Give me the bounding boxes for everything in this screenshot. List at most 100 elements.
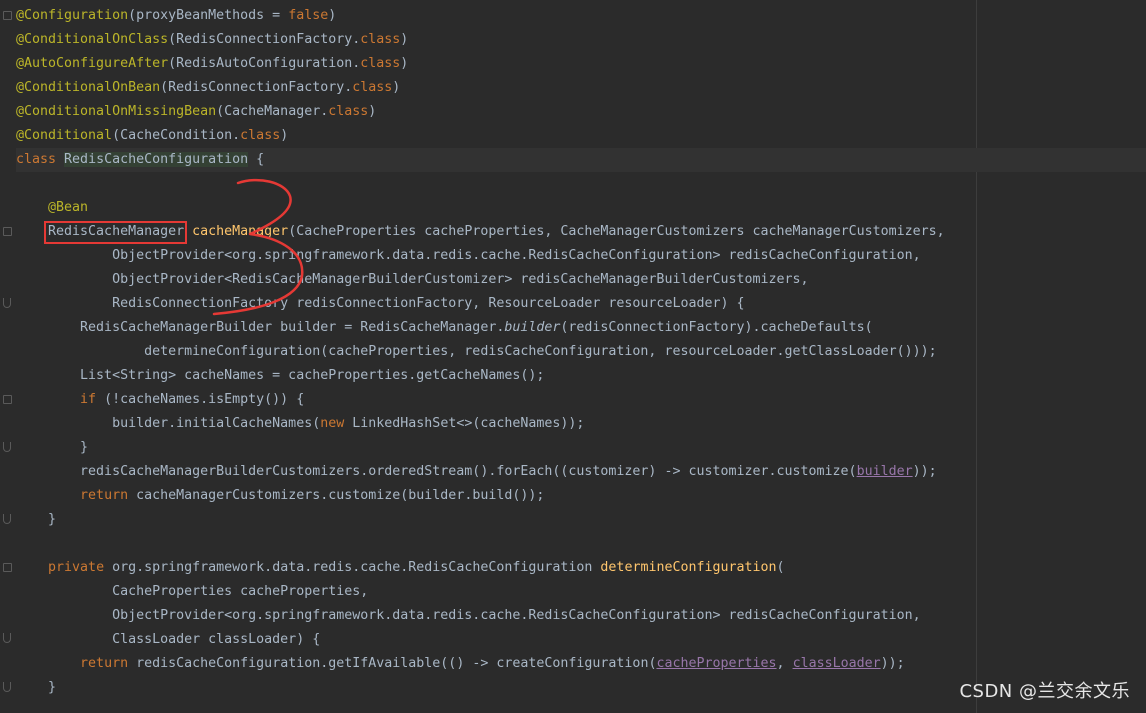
code-token: ) bbox=[280, 128, 289, 143]
code-line[interactable]: ObjectProvider<org.springframework.data.… bbox=[16, 604, 1146, 628]
code-token: RedisCacheConfiguration bbox=[64, 152, 249, 167]
code-token: (!cacheNames.isEmpty()) { bbox=[96, 392, 305, 407]
fold-end-icon[interactable] bbox=[3, 298, 11, 308]
fold-end-icon[interactable] bbox=[3, 514, 11, 524]
code-token: return bbox=[80, 656, 129, 671]
code-token: } bbox=[16, 680, 57, 695]
fold-icon[interactable] bbox=[3, 227, 12, 236]
code-token: false bbox=[288, 8, 329, 23]
code-token: new bbox=[320, 416, 345, 431]
code-token: cacheManagerCustomizers.customize(builde… bbox=[128, 488, 545, 503]
code-token: LinkedHashSet<>(cacheNames)); bbox=[344, 416, 585, 431]
code-token: class bbox=[16, 152, 65, 167]
code-token: class bbox=[360, 32, 401, 47]
code-token: { bbox=[248, 152, 265, 167]
code-token: @ConditionalOnBean bbox=[16, 80, 161, 95]
code-line[interactable] bbox=[16, 172, 1146, 196]
csdn-watermark: CSDN @兰交余文乐 bbox=[959, 681, 1130, 702]
code-line[interactable]: class RedisCacheConfiguration { bbox=[16, 148, 1146, 172]
code-line[interactable]: } bbox=[16, 436, 1146, 460]
code-token: ) bbox=[400, 32, 409, 47]
code-token: ( bbox=[776, 560, 785, 575]
code-editor[interactable]: @Configuration(proxyBeanMethods = false)… bbox=[16, 4, 1146, 700]
code-token: (CacheCondition. bbox=[112, 128, 241, 143]
code-token: private bbox=[48, 560, 105, 575]
code-token: class bbox=[328, 104, 369, 119]
code-line[interactable]: List<String> cacheNames = cachePropertie… bbox=[16, 364, 1146, 388]
code-token: )); bbox=[912, 464, 937, 479]
fold-end-icon[interactable] bbox=[3, 682, 11, 692]
code-token: ) bbox=[400, 56, 409, 71]
code-line[interactable] bbox=[16, 532, 1146, 556]
fold-icon[interactable] bbox=[3, 11, 12, 20]
code-token: List<String> cacheNames = cachePropertie… bbox=[16, 368, 545, 383]
code-token: builder bbox=[856, 464, 913, 479]
code-line[interactable]: ObjectProvider<org.springframework.data.… bbox=[16, 244, 1146, 268]
code-token: ) bbox=[328, 8, 337, 23]
fold-icon[interactable] bbox=[3, 563, 12, 572]
code-line[interactable]: if (!cacheNames.isEmpty()) { bbox=[16, 388, 1146, 412]
code-line[interactable]: builder.initialCacheNames(new LinkedHash… bbox=[16, 412, 1146, 436]
code-token: (RedisConnectionFactory. bbox=[168, 32, 361, 47]
code-token: ObjectProvider<org.springframework.data.… bbox=[16, 248, 921, 263]
code-token: redisCacheManagerBuilderCustomizers.orde… bbox=[16, 464, 857, 479]
code-token: RedisConnectionFactory redisConnectionFa… bbox=[16, 296, 745, 311]
code-line[interactable]: @Conditional(CacheCondition.class) bbox=[16, 124, 1146, 148]
code-line[interactable]: ObjectProvider<RedisCacheManagerBuilderC… bbox=[16, 268, 1146, 292]
code-line[interactable]: @AutoConfigureAfter(RedisAutoConfigurati… bbox=[16, 52, 1146, 76]
code-token: @ConditionalOnClass bbox=[16, 32, 169, 47]
code-token: (redisConnectionFactory).cacheDefaults( bbox=[560, 320, 873, 335]
code-token: builder bbox=[504, 320, 561, 335]
code-line[interactable]: redisCacheManagerBuilderCustomizers.orde… bbox=[16, 460, 1146, 484]
code-line[interactable]: ClassLoader classLoader) { bbox=[16, 628, 1146, 652]
red-highlight-box bbox=[44, 221, 187, 244]
code-line[interactable]: } bbox=[16, 508, 1146, 532]
code-token: determineConfiguration bbox=[600, 560, 777, 575]
code-token: builder.initialCacheNames( bbox=[16, 416, 321, 431]
code-token: redisCacheConfiguration.getIfAvailable((… bbox=[128, 656, 657, 671]
code-token: @Configuration bbox=[16, 8, 129, 23]
code-line[interactable]: RedisCacheManagerBuilder builder = Redis… bbox=[16, 316, 1146, 340]
code-line[interactable]: determineConfiguration(cacheProperties, … bbox=[16, 340, 1146, 364]
code-line[interactable]: @ConditionalOnClass(RedisConnectionFacto… bbox=[16, 28, 1146, 52]
code-token: ObjectProvider<RedisCacheManagerBuilderC… bbox=[16, 272, 809, 287]
code-line[interactable]: CacheProperties cacheProperties, bbox=[16, 580, 1146, 604]
code-token: ) bbox=[368, 104, 377, 119]
code-token: (proxyBeanMethods = bbox=[128, 8, 289, 23]
code-token: org.springframework.data.redis.cache.Red… bbox=[104, 560, 601, 575]
editor-gutter bbox=[0, 0, 14, 713]
code-line[interactable]: @ConditionalOnBean(RedisConnectionFactor… bbox=[16, 76, 1146, 100]
fold-end-icon[interactable] bbox=[3, 633, 11, 643]
code-token: @Conditional bbox=[16, 128, 113, 143]
code-token: } bbox=[16, 440, 89, 455]
code-line[interactable]: @Bean bbox=[16, 196, 1146, 220]
code-token: @ConditionalOnMissingBean bbox=[16, 104, 217, 119]
code-token: classLoader bbox=[792, 656, 881, 671]
code-line[interactable]: return cacheManagerCustomizers.customize… bbox=[16, 484, 1146, 508]
fold-icon[interactable] bbox=[3, 395, 12, 404]
fold-end-icon[interactable] bbox=[3, 442, 11, 452]
code-token: (CacheProperties cacheProperties, CacheM… bbox=[288, 224, 945, 239]
code-line[interactable]: RedisConnectionFactory redisConnectionFa… bbox=[16, 292, 1146, 316]
code-token: ClassLoader classLoader) { bbox=[16, 632, 321, 647]
code-line[interactable]: @ConditionalOnMissingBean(CacheManager.c… bbox=[16, 100, 1146, 124]
code-token: } bbox=[16, 512, 57, 527]
code-token: @Bean bbox=[48, 200, 89, 215]
code-token: )); bbox=[880, 656, 905, 671]
code-token: determineConfiguration(cacheProperties, … bbox=[16, 344, 937, 359]
code-token: ObjectProvider<org.springframework.data.… bbox=[16, 608, 921, 623]
code-line[interactable]: return redisCacheConfiguration.getIfAvai… bbox=[16, 652, 1146, 676]
code-token: , bbox=[776, 656, 793, 671]
code-token: return bbox=[80, 488, 129, 503]
code-token: CacheProperties cacheProperties, bbox=[16, 584, 369, 599]
code-token: class bbox=[240, 128, 281, 143]
code-line[interactable]: @Configuration(proxyBeanMethods = false) bbox=[16, 4, 1146, 28]
code-token: cacheProperties bbox=[656, 656, 777, 671]
code-line[interactable]: private org.springframework.data.redis.c… bbox=[16, 556, 1146, 580]
code-token: (RedisConnectionFactory. bbox=[160, 80, 353, 95]
